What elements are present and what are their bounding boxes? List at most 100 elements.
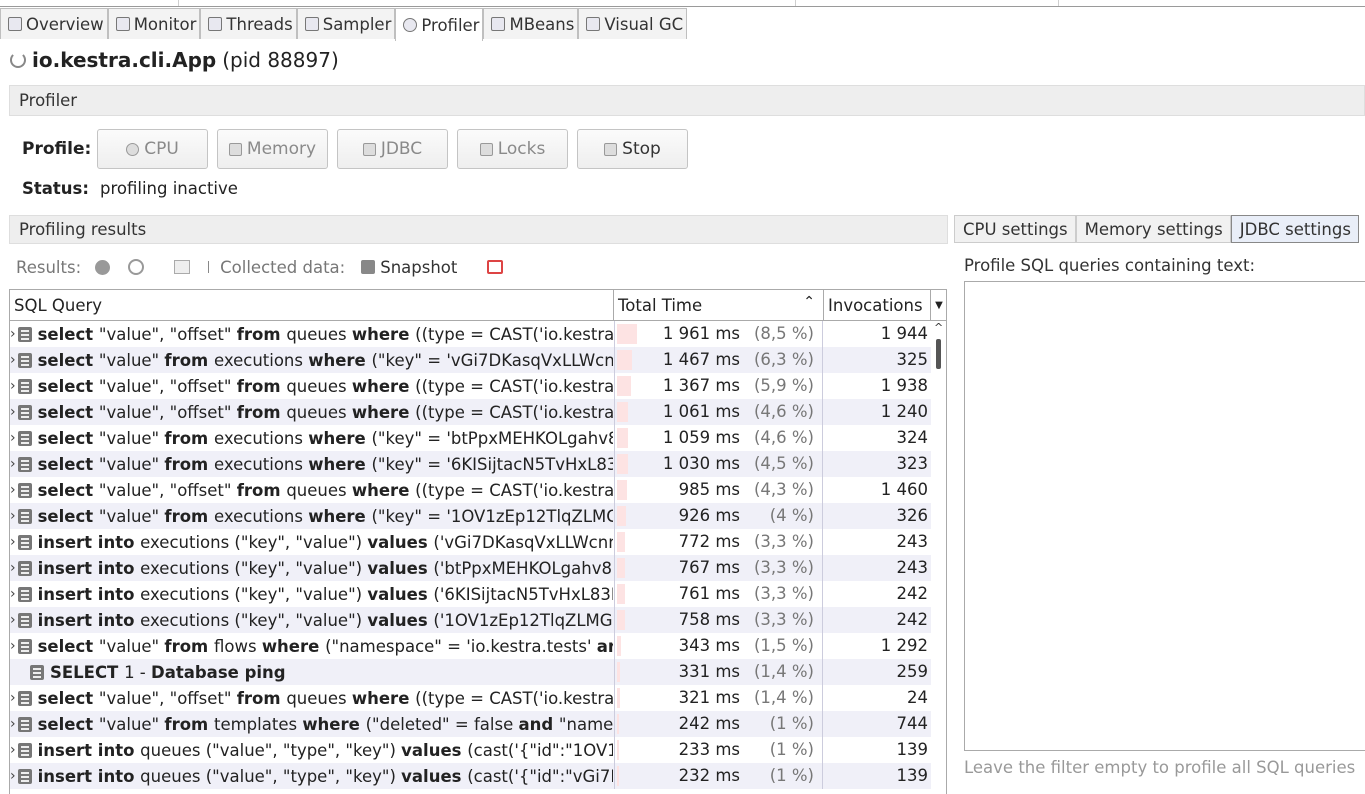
tab-monitor[interactable]: Monitor bbox=[107, 8, 201, 39]
expand-chevron-icon[interactable]: › bbox=[10, 430, 16, 446]
table-row[interactable]: › select "value", "offset" from queues wh… bbox=[10, 685, 931, 711]
table-row[interactable]: › insert into queues ("value", "type", "k… bbox=[10, 763, 931, 789]
cpu-button[interactable]: CPU bbox=[97, 129, 208, 169]
sql-text: templates bbox=[213, 714, 303, 734]
sql-text: queues ("value", "type", "key") bbox=[140, 740, 402, 760]
scroll-up-icon[interactable]: ^ bbox=[934, 321, 943, 334]
expand-chevron-icon[interactable]: › bbox=[10, 352, 16, 368]
table-row[interactable]: › select "value" from executions where ("… bbox=[10, 503, 931, 529]
total-time-value: 985 ms bbox=[678, 480, 740, 499]
table-row[interactable]: › insert into queues ("value", "type", "k… bbox=[10, 737, 931, 763]
table-row[interactable]: › insert into executions ("key", "value")… bbox=[10, 555, 931, 581]
main-tabs: Overview Monitor Threads Sampler Profiler MBe… bbox=[0, 8, 688, 41]
results-section-title: Profiling results bbox=[19, 220, 147, 239]
sql-query-cell: SELECT 1 - Database ping bbox=[10, 659, 613, 685]
button-label: CPU bbox=[144, 139, 179, 159]
record-icon[interactable] bbox=[95, 259, 111, 275]
jdbc-button[interactable]: JDBC bbox=[337, 129, 448, 169]
expand-chevron-icon[interactable]: › bbox=[10, 690, 16, 706]
expand-chevron-icon[interactable]: › bbox=[10, 404, 16, 420]
tab-jdbc-settings[interactable]: JDBC settings bbox=[1230, 215, 1359, 243]
sql-text: queues bbox=[286, 480, 352, 500]
invocations-cell: 243 bbox=[896, 558, 929, 577]
status-value: profiling inactive bbox=[100, 179, 238, 198]
stop-button[interactable]: Stop bbox=[577, 129, 688, 169]
scrollbar-thumb[interactable] bbox=[936, 339, 941, 369]
refresh-icon[interactable] bbox=[128, 259, 145, 275]
table-row[interactable]: › select "value" from flows where ("names… bbox=[10, 633, 931, 659]
tab-profiler[interactable]: Profiler bbox=[395, 8, 484, 41]
table-row[interactable]: › select "value" from executions where ("… bbox=[10, 347, 931, 373]
database-icon bbox=[17, 430, 32, 446]
sql-text: "value" bbox=[98, 636, 165, 656]
table-row[interactable]: SELECT 1 - Database ping 331 ms (1,4 %) 259 bbox=[10, 659, 931, 685]
expand-chevron-icon[interactable]: › bbox=[10, 482, 16, 498]
sql-keyword: where bbox=[308, 350, 372, 370]
column-header-invocations[interactable]: Invocations bbox=[824, 290, 931, 320]
table-row[interactable]: › select "value", "offset" from queues wh… bbox=[10, 399, 931, 425]
tab-cpu-settings[interactable]: CPU settings bbox=[954, 215, 1076, 243]
expand-chevron-icon[interactable]: › bbox=[10, 742, 16, 758]
table-row[interactable]: › select "value", "offset" from queues wh… bbox=[10, 373, 931, 399]
locks-button[interactable]: Locks bbox=[457, 129, 568, 169]
database-icon bbox=[17, 378, 32, 394]
expand-chevron-icon[interactable]: › bbox=[10, 612, 16, 628]
total-time-value: 331 ms bbox=[678, 662, 740, 681]
expand-chevron-icon[interactable]: › bbox=[10, 560, 16, 576]
tab-visual-gc[interactable]: Visual GC bbox=[578, 8, 688, 39]
expand-chevron-icon[interactable]: › bbox=[10, 508, 16, 524]
tab-sampler[interactable]: Sampler bbox=[296, 8, 396, 39]
sampler-icon bbox=[304, 17, 319, 31]
time-bar bbox=[617, 766, 619, 786]
sql-keyword: from bbox=[236, 480, 287, 500]
column-chooser-icon[interactable]: ▼ bbox=[931, 290, 946, 320]
expand-chevron-icon[interactable]: › bbox=[10, 638, 16, 654]
total-time-percent: (1,5 %) bbox=[753, 636, 814, 655]
expand-chevron-icon[interactable]: › bbox=[10, 768, 16, 784]
table-row[interactable]: › insert into executions ("key", "value")… bbox=[10, 529, 931, 555]
tab-memory-settings[interactable]: Memory settings bbox=[1075, 215, 1231, 243]
tab-mbeans[interactable]: MBeans bbox=[483, 8, 579, 39]
database-icon bbox=[17, 508, 32, 524]
table-row[interactable]: › select "value" from executions where ("… bbox=[10, 451, 931, 477]
column-header-total-time[interactable]: Total Time ⌃ bbox=[614, 290, 824, 320]
total-time-percent: (3,3 %) bbox=[753, 584, 814, 603]
table-row[interactable]: › select "value", "offset" from queues wh… bbox=[10, 321, 931, 347]
snapshot-button[interactable]: Snapshot bbox=[380, 258, 457, 277]
tab-overview[interactable]: Overview bbox=[0, 8, 108, 39]
tab-label: Threads bbox=[226, 14, 293, 34]
total-time-percent: (1 %) bbox=[769, 766, 814, 785]
invocations-cell: 24 bbox=[907, 688, 928, 707]
expand-chevron-icon[interactable]: › bbox=[10, 586, 16, 602]
tab-threads[interactable]: Threads bbox=[200, 8, 297, 39]
total-time-value: 1 961 ms bbox=[662, 324, 740, 343]
expand-chevron-icon[interactable]: › bbox=[10, 378, 16, 394]
total-time-cell: 772 ms (3,3 %) bbox=[614, 529, 823, 555]
sql-text: "value" bbox=[98, 428, 165, 448]
sql-keyword: insert into bbox=[37, 740, 141, 760]
export-icon[interactable] bbox=[487, 260, 504, 274]
total-time-value: 1 059 ms bbox=[662, 428, 740, 447]
table-row[interactable]: › select "value" from templates where ("d… bbox=[10, 711, 931, 737]
expand-chevron-icon[interactable]: › bbox=[10, 326, 16, 342]
sql-keyword: insert into bbox=[37, 766, 141, 786]
expand-chevron-icon[interactable]: › bbox=[10, 534, 16, 550]
total-time-value: 926 ms bbox=[678, 506, 740, 525]
total-time-value: 343 ms bbox=[678, 636, 740, 655]
table-row[interactable]: › select "value" from executions where ("… bbox=[10, 425, 931, 451]
sql-query-text: select "value" from executions where ("k… bbox=[38, 429, 613, 448]
database-icon bbox=[17, 326, 32, 342]
expand-chevron-icon[interactable]: › bbox=[10, 716, 16, 732]
table-row[interactable]: › select "value", "offset" from queues wh… bbox=[10, 477, 931, 503]
table-row[interactable]: › insert into executions ("key", "value")… bbox=[10, 607, 931, 633]
expand-chevron-icon[interactable]: › bbox=[10, 456, 16, 472]
time-bar bbox=[617, 428, 628, 448]
time-bar bbox=[617, 584, 625, 604]
column-header-sql-query[interactable]: SQL Query bbox=[10, 290, 614, 320]
memory-button[interactable]: Memory bbox=[217, 129, 328, 169]
table-row[interactable]: › insert into executions ("key", "value")… bbox=[10, 581, 931, 607]
reset-icon[interactable] bbox=[174, 260, 191, 274]
sql-filter-textarea[interactable] bbox=[964, 281, 1365, 751]
sql-text: ("key" = '6KISijtacN5TvHxL83E4 bbox=[371, 454, 614, 474]
vertical-scrollbar[interactable]: ^ bbox=[932, 321, 946, 794]
